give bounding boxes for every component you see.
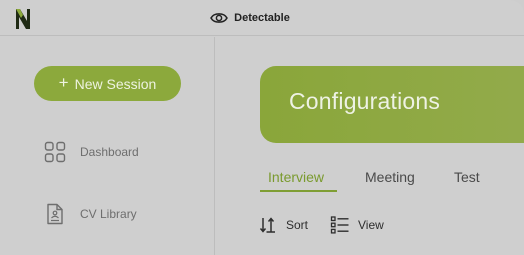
app-title: Detectable [234,12,290,24]
sort-button[interactable]: Sort [258,215,308,235]
eye-icon [210,13,229,23]
page-title: Configurations [289,88,441,114]
app-window: Detectable + New Session Dashboard CV Li… [0,0,524,255]
tab-meeting[interactable]: Meeting [365,169,415,185]
list-view-icon [330,216,349,234]
top-bar: Detectable [0,0,524,36]
toolbar: Sort View [258,215,406,235]
sort-icon [259,217,275,233]
sort-label: Sort [286,218,309,232]
document-icon [47,203,63,225]
tab-bar: Interview Meeting Test [260,163,524,193]
active-tab-indicator [260,190,337,192]
sidebar-item-cv-library[interactable]: CV Library [44,203,137,225]
sidebar-item-label: Dashboard [80,145,139,159]
grid-icon [44,141,66,163]
tab-test[interactable]: Test [454,169,480,185]
new-session-button[interactable]: + New Session [34,66,181,101]
view-button[interactable]: View [330,215,384,235]
title-area: Detectable [0,0,524,36]
sidebar-item-dashboard[interactable]: Dashboard [44,141,139,163]
plus-icon: + [58,73,69,92]
new-session-label: New Session [74,75,157,92]
view-label: View [358,218,384,232]
sidebar-item-label: CV Library [80,207,137,221]
tab-interview[interactable]: Interview [268,169,324,185]
sidebar: + New Session Dashboard CV Library [0,37,215,255]
